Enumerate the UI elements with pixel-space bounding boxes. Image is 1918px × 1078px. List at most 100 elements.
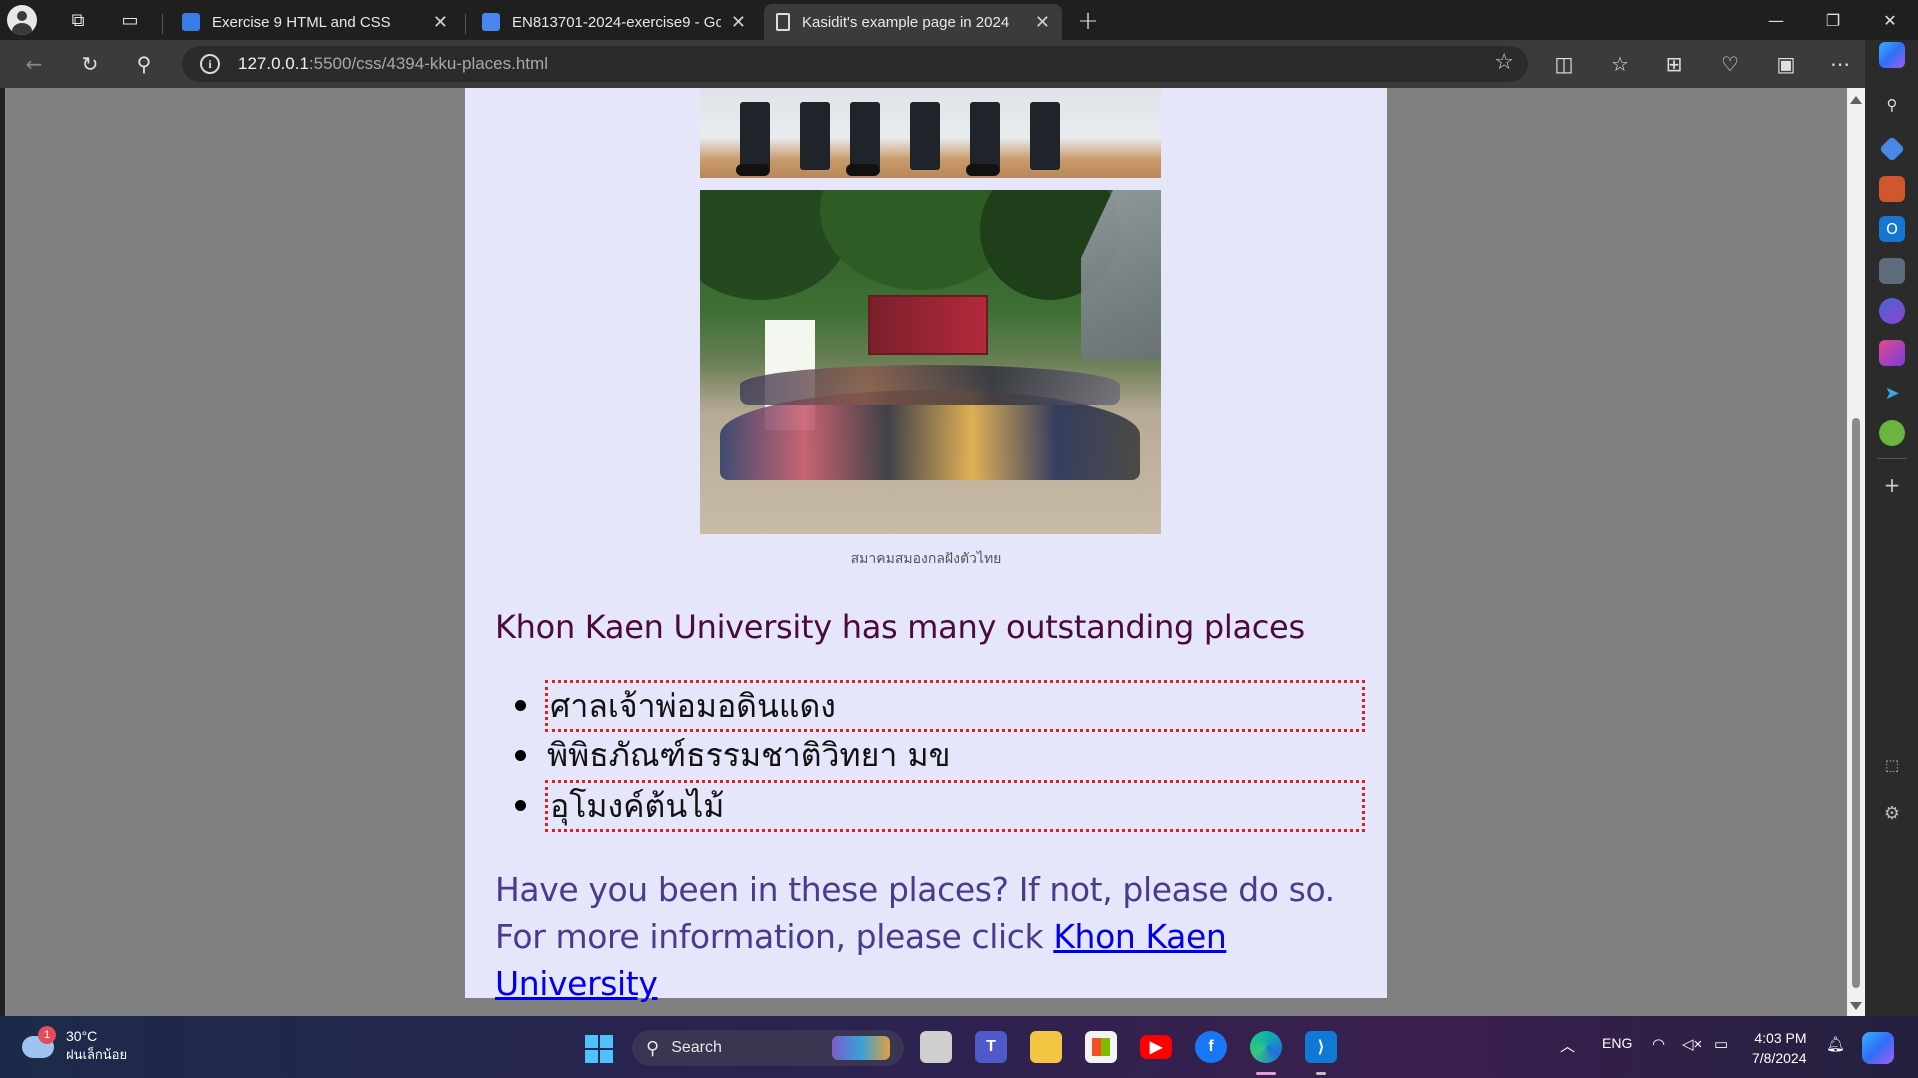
minimize-button[interactable]: — (1748, 0, 1804, 40)
address-toolbar: ← ↻ ⚲ i 127.0.0.1:5500/css/4394-kku-plac… (0, 40, 1918, 88)
edge-icon[interactable] (1250, 1031, 1282, 1063)
notification-bell-icon[interactable]: 🔔︎ (1826, 1035, 1845, 1053)
weather-temperature: 30°C (66, 1028, 98, 1044)
outlook-icon[interactable]: O (1879, 216, 1905, 242)
active-app-indicator (1256, 1072, 1276, 1075)
weather-widget[interactable]: 1 30°C ฝนเล็กน้อย (22, 1025, 128, 1065)
search-icon[interactable]: ⚲ (1879, 92, 1905, 118)
teams-icon[interactable]: T (975, 1031, 1007, 1063)
scroll-up-arrow[interactable] (1850, 96, 1862, 104)
split-screen-icon[interactable]: ◫ (1546, 48, 1582, 80)
tab-exercise9[interactable]: Exercise 9 HTML and CSS ✕ (170, 4, 460, 40)
new-tab-button[interactable]: + (1070, 4, 1106, 38)
youtube-icon[interactable]: ▶ (1140, 1035, 1172, 1059)
send-icon[interactable]: ➤ (1879, 380, 1905, 406)
photo-figure (910, 102, 940, 170)
sidebar-toggle-icon[interactable]: ▣ (1768, 48, 1804, 80)
reload-button[interactable]: ↻ (72, 48, 108, 80)
list-item: อุโมงค์ต้นไม้ (495, 780, 1365, 832)
close-icon[interactable]: ✕ (1035, 12, 1050, 33)
start-tile (585, 1050, 598, 1063)
system-clock[interactable]: 4:03 PM 7/8/2024 (1752, 1028, 1807, 1068)
tab-title: EN813701-2024-exercise9 - Goo (512, 13, 721, 31)
photo-figure (736, 164, 770, 176)
tree-icon[interactable] (1879, 420, 1905, 446)
scroll-thumb[interactable] (1852, 418, 1860, 988)
file-explorer-icon[interactable] (1030, 1031, 1062, 1063)
tab-title: Exercise 9 HTML and CSS (212, 13, 391, 31)
copilot-taskbar-icon[interactable] (1862, 1032, 1894, 1064)
battery-icon[interactable]: ▭ (1714, 1035, 1728, 1053)
docs-icon (482, 13, 500, 31)
workspaces-icon[interactable]: ⧉ (56, 0, 100, 40)
edge-sidebar: ⚲ O ➤ + ⬚ ⚙ (1865, 40, 1918, 1016)
tools-icon[interactable] (1879, 176, 1905, 202)
photo-caption: สมาคมสมองกลฝังตัวไทย (850, 551, 1002, 567)
list-item: พิพิธภัณฑ์ธรรมชาติวิทยา มข (495, 730, 1355, 780)
address-bar[interactable]: i 127.0.0.1:5500/css/4394-kku-places.htm… (182, 46, 1528, 82)
tab-kasidit-page[interactable]: Kasidit's example page in 2024 ✕ (764, 4, 1062, 40)
wifi-icon[interactable]: ◠ (1652, 1035, 1665, 1053)
restore-button[interactable]: ❐ (1805, 0, 1861, 40)
page-scrollbar[interactable] (1847, 88, 1865, 1016)
search-icon[interactable]: ⚲ (126, 48, 162, 80)
more-options-icon[interactable]: ⋯ (1822, 48, 1858, 80)
clock-time: 4:03 PM (1754, 1030, 1807, 1046)
tab-title: Kasidit's example page in 2024 (802, 13, 1010, 31)
scroll-down-arrow[interactable] (1850, 1002, 1862, 1010)
store-icon[interactable] (1085, 1031, 1117, 1063)
page-icon (776, 13, 790, 31)
photo-figure (966, 164, 1000, 176)
close-icon[interactable]: ✕ (433, 12, 448, 33)
taskbar-search[interactable]: ⚲ Search (632, 1030, 904, 1066)
screenshot-icon[interactable]: ⬚ (1879, 752, 1905, 778)
browser-essentials-icon[interactable]: ♡ (1712, 48, 1748, 80)
vscode-icon[interactable]: ⟩ (1305, 1031, 1337, 1063)
group-photo (700, 190, 1161, 534)
clock-date: 7/8/2024 (1752, 1050, 1807, 1066)
bullet (515, 700, 526, 711)
url-text[interactable]: 127.0.0.1:5500/css/4394-kku-places.html (238, 54, 548, 74)
language-indicator[interactable]: ENG (1602, 1035, 1632, 1051)
title-bar: ⧉ ▭ Exercise 9 HTML and CSS ✕ EN813701-2… (0, 0, 1918, 40)
profile-button[interactable] (0, 0, 44, 40)
sidebar-separator (1877, 458, 1907, 459)
favorites-icon[interactable]: ☆ (1602, 48, 1638, 80)
info-icon[interactable]: i (200, 54, 220, 74)
gear-icon[interactable]: ⚙ (1879, 800, 1905, 826)
favorite-star-icon[interactable]: ☆ (1494, 50, 1514, 75)
collections-icon[interactable]: ⊞ (1656, 48, 1692, 80)
close-icon[interactable]: ✕ (731, 12, 746, 33)
classroom-icon (182, 13, 200, 31)
closing-paragraph: Have you been in these places? If not, p… (495, 866, 1375, 1007)
windows-taskbar: 1 30°C ฝนเล็กน้อย ⚲ Search T ▶ f ⟩ ︿ ENG… (0, 1016, 1918, 1078)
avatar (7, 5, 37, 35)
window-close-button[interactable]: ✕ (1862, 0, 1918, 40)
photo-figure (850, 102, 880, 170)
search-label: Search (671, 1039, 722, 1056)
bullet (515, 750, 526, 761)
photo-figure (970, 102, 1000, 170)
weather-description: ฝนเล็กน้อย (66, 1047, 128, 1062)
back-button[interactable]: ← (16, 48, 52, 80)
search-icon: ⚲ (646, 1037, 660, 1058)
designer-icon[interactable] (1879, 340, 1905, 366)
facebook-icon[interactable]: f (1195, 1031, 1227, 1063)
tab-google-doc[interactable]: EN813701-2024-exercise9 - Goo ✕ (470, 4, 758, 40)
office-icon[interactable] (1879, 298, 1905, 324)
chevron-up-icon[interactable]: ︿ (1560, 1035, 1575, 1056)
place-label: พิพิธภัณฑ์ธรรมชาติวิทยา มข (547, 736, 951, 774)
speaker-muted-icon[interactable]: ◁× (1682, 1035, 1702, 1053)
page-heading: Khon Kaen University has many outstandin… (495, 608, 1305, 646)
tab-separator (162, 14, 163, 34)
photo-group (740, 365, 1120, 405)
add-icon[interactable]: + (1879, 472, 1905, 498)
task-view-icon[interactable] (920, 1031, 952, 1063)
page-body: สมาคมสมองกลฝังตัวไทย Khon Kaen Universit… (465, 88, 1387, 1003)
shopping-tag-icon[interactable] (1879, 136, 1905, 162)
photo-figure (846, 164, 880, 176)
tab-actions-icon[interactable]: ▭ (108, 0, 152, 40)
copilot-icon[interactable] (1879, 42, 1905, 68)
games-icon[interactable] (1879, 258, 1905, 284)
start-button[interactable] (585, 1035, 613, 1063)
